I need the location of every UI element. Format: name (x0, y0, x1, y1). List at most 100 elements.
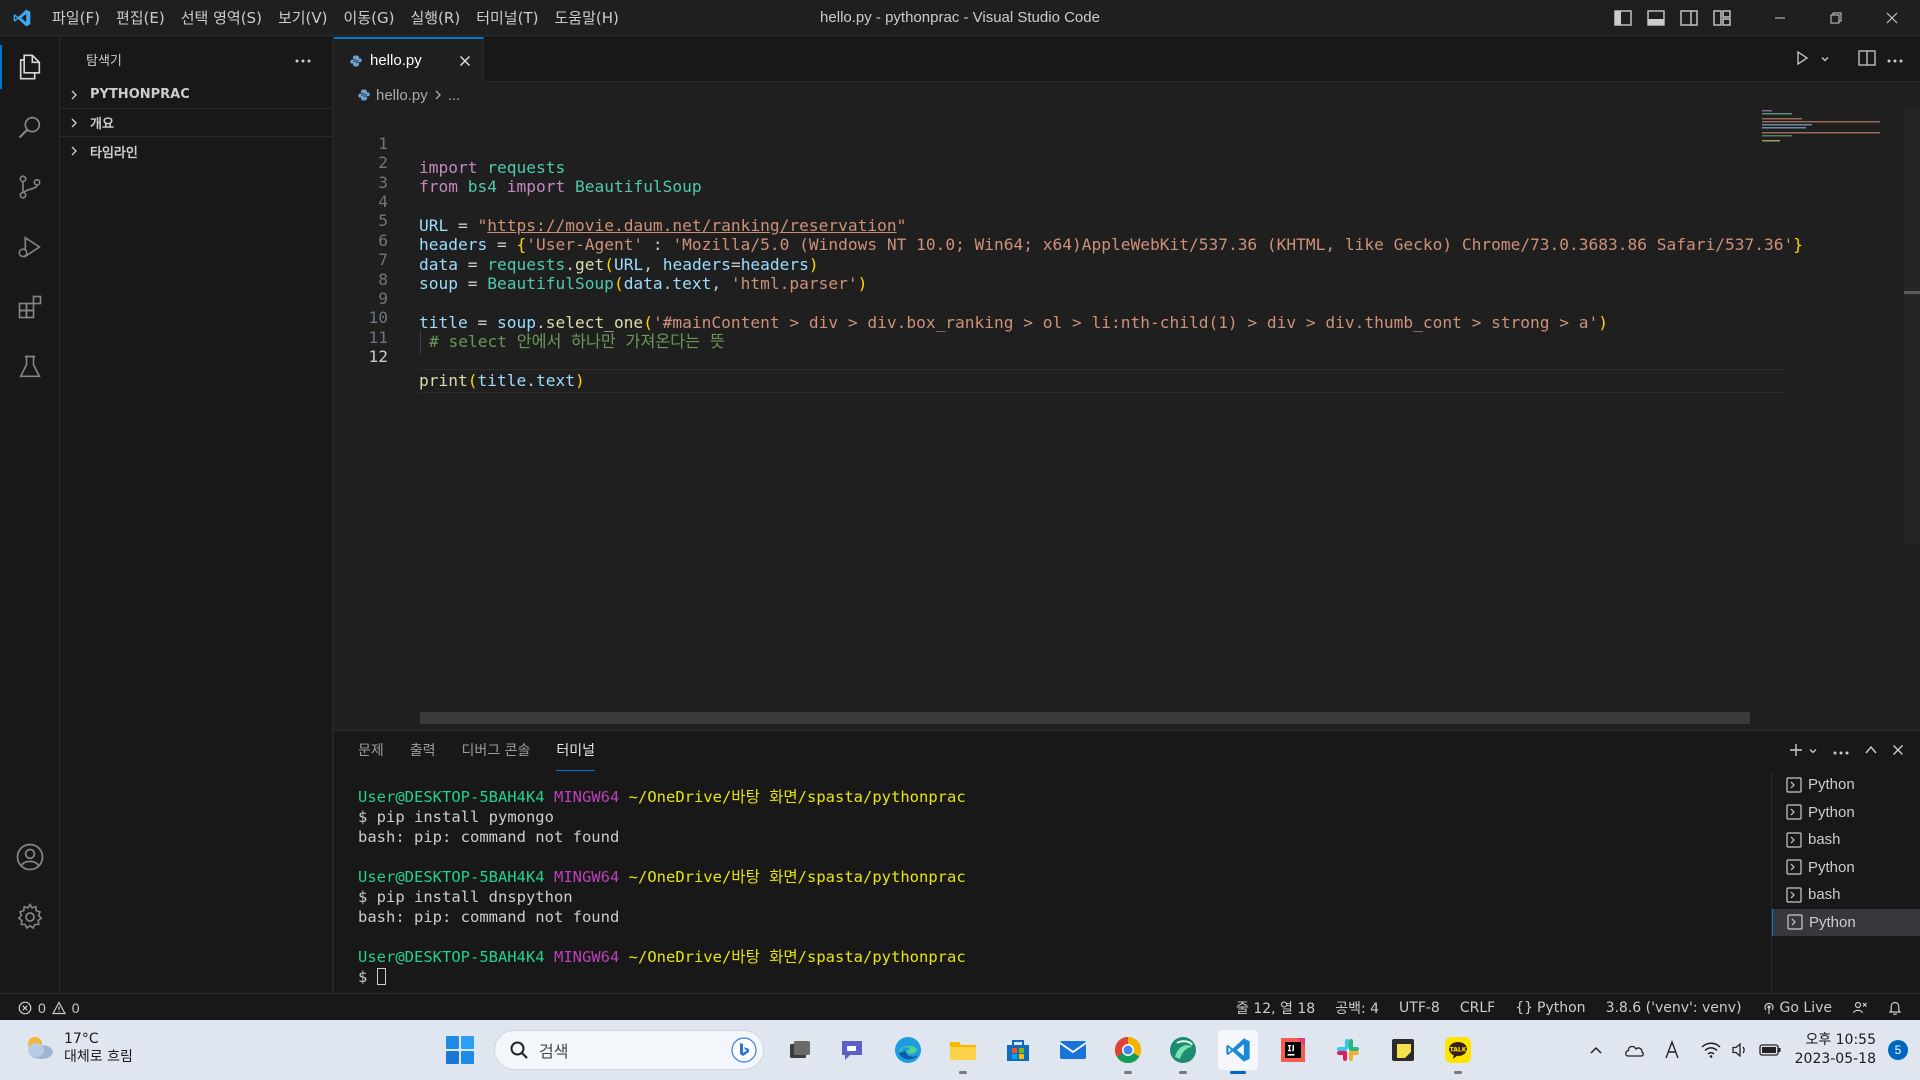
chevron-down-icon[interactable] (1808, 744, 1818, 759)
windows-taskbar: 17°C 대체로 흐림 검색 TALK 오후 10:55 2023-05-18 … (0, 1020, 1920, 1080)
extensions-icon[interactable] (0, 277, 60, 337)
go-live-button[interactable]: Go Live (1762, 1000, 1832, 1016)
minimap[interactable] (1760, 108, 1880, 148)
terminal-instance[interactable]: Python (1772, 799, 1920, 827)
toggle-primary-sidebar-icon[interactable] (1606, 0, 1639, 36)
search-icon[interactable] (0, 97, 60, 157)
terminal-instance[interactable]: Python (1772, 771, 1920, 799)
testing-icon[interactable] (0, 337, 60, 397)
mail-icon[interactable] (1053, 1030, 1093, 1070)
task-view-icon[interactable] (780, 1030, 820, 1070)
menu-file[interactable]: 파일(F) (44, 0, 108, 36)
menu-run[interactable]: 실행(R) (402, 0, 468, 36)
weather-text: 17°C 대체로 흐림 (64, 1030, 133, 1066)
section-label: PYTHONPRAC (90, 87, 190, 102)
end-of-line[interactable]: CRLF (1460, 1000, 1495, 1016)
cursor-position[interactable]: 줄 12, 열 18 (1236, 998, 1315, 1018)
onedrive-cloud-icon[interactable] (1623, 1043, 1645, 1057)
run-and-debug-icon[interactable] (0, 217, 60, 277)
wifi-icon[interactable] (1701, 1042, 1721, 1058)
tab-problems[interactable]: 문제 (358, 731, 384, 771)
accounts-icon[interactable] (0, 827, 60, 887)
menu-terminal[interactable]: 터미널(T) (468, 0, 546, 36)
terminal-instance[interactable]: bash (1772, 881, 1920, 909)
close-panel-icon[interactable] (1892, 744, 1904, 759)
chevron-down-icon[interactable] (1820, 52, 1830, 67)
taskbar-search-box[interactable]: 검색 (494, 1030, 764, 1070)
new-terminal-icon[interactable] (1788, 742, 1804, 761)
breadcrumb-file[interactable]: hello.py (376, 87, 428, 104)
explorer-icon[interactable] (0, 37, 60, 97)
vscode-taskbar-icon[interactable] (1218, 1030, 1258, 1074)
encoding[interactable]: UTF-8 (1399, 1000, 1440, 1016)
code-editor[interactable]: 1 import requests 2 from bs4 import Beau… (334, 108, 1920, 728)
section-pythonprac[interactable]: PYTHONPRAC (60, 81, 332, 109)
maximize-panel-icon[interactable] (1864, 743, 1878, 760)
menu-edit[interactable]: 편집(E) (108, 0, 173, 36)
terminal-instance[interactable]: Python (1772, 854, 1920, 882)
indentation[interactable]: 공백: 4 (1335, 998, 1379, 1018)
pycharm-ce-icon[interactable] (1163, 1030, 1203, 1074)
more-actions-icon[interactable] (294, 52, 312, 67)
settings-gear-icon[interactable] (0, 887, 60, 947)
toggle-secondary-sidebar-icon[interactable] (1672, 0, 1705, 36)
terminal-error-line: bash: pip: command not found (358, 908, 620, 926)
terminal-output[interactable]: User@DESKTOP-5BAH4K4 MINGW64 ~/OneDrive/… (358, 787, 1788, 987)
search-icon (509, 1040, 529, 1060)
customize-layout-icon[interactable] (1705, 0, 1738, 36)
close-tab-icon[interactable] (455, 51, 475, 71)
section-outline[interactable]: 개요 (60, 109, 332, 137)
bing-icon[interactable] (731, 1037, 757, 1063)
tab-debug-console[interactable]: 디버그 콘솔 (462, 731, 531, 771)
menu-selection[interactable]: 선택 영역(S) (173, 0, 270, 36)
vscode-logo-icon[interactable] (0, 0, 44, 36)
problems-status[interactable]: 0 0 (18, 994, 80, 1021)
run-python-file-icon[interactable] (1794, 50, 1810, 69)
menu-view[interactable]: 보기(V) (270, 0, 336, 36)
show-hidden-icons-chevron-up-icon[interactable] (1589, 1045, 1603, 1055)
microsoft-store-icon[interactable] (998, 1030, 1038, 1070)
intellij-idea-icon[interactable] (1273, 1030, 1313, 1070)
restore-icon[interactable] (1808, 0, 1864, 36)
toggle-panel-icon[interactable] (1639, 0, 1672, 36)
chrome-browser-icon[interactable] (1108, 1030, 1148, 1074)
terminal-instance-active[interactable]: Python (1772, 908, 1920, 936)
battery-icon[interactable] (1758, 1044, 1781, 1056)
tab-terminal[interactable]: 터미널 (556, 731, 596, 771)
menu-help[interactable]: 도움말(H) (546, 0, 626, 36)
clock[interactable]: 오후 10:55 2023-05-18 (1795, 1031, 1876, 1069)
explorer-sidebar: 탐색기 PYTHONPRAC 개요 타임라인 (60, 37, 333, 993)
weather-widget[interactable]: 17°C 대체로 흐림 (22, 1030, 133, 1066)
terminal-input-line[interactable]: $ (358, 967, 1788, 987)
teams-chat-icon[interactable] (832, 1030, 872, 1070)
menu-go[interactable]: 이동(G) (336, 0, 403, 36)
ime-language-icon[interactable] (1663, 1040, 1681, 1060)
close-window-icon[interactable] (1864, 0, 1920, 36)
edge-browser-icon[interactable] (888, 1030, 928, 1070)
slack-icon[interactable] (1328, 1030, 1368, 1070)
more-actions-icon[interactable] (1886, 52, 1904, 67)
kakaotalk-icon[interactable]: TALK (1438, 1030, 1478, 1074)
language-mode[interactable]: {} Python (1515, 1000, 1585, 1016)
minimize-icon[interactable] (1752, 0, 1808, 36)
vertical-scrollbar[interactable] (1904, 108, 1920, 544)
line-number: 12 (368, 347, 389, 367)
file-explorer-icon[interactable] (943, 1030, 983, 1074)
feedback-icon[interactable] (1852, 1000, 1868, 1016)
breadcrumb-symbols[interactable]: ... (448, 87, 461, 104)
terminal-instance[interactable]: bash (1772, 826, 1920, 854)
python-interpreter[interactable]: 3.8.6 ('venv': venv) (1606, 1000, 1742, 1016)
split-editor-icon[interactable] (1858, 50, 1876, 69)
horizontal-scrollbar[interactable] (420, 712, 1750, 724)
notifications-bell-icon[interactable] (1888, 1000, 1902, 1016)
tab-hello-py[interactable]: hello.py (334, 37, 484, 82)
notification-badge[interactable]: 5 (1888, 1040, 1908, 1060)
volume-icon[interactable] (1731, 1042, 1749, 1058)
section-timeline[interactable]: 타임라인 (60, 137, 332, 165)
sticky-notes-icon[interactable] (1383, 1030, 1423, 1070)
source-control-icon[interactable] (0, 157, 60, 217)
activity-bar (0, 37, 60, 993)
tab-output[interactable]: 출력 (410, 731, 436, 771)
more-actions-icon[interactable] (1832, 744, 1850, 759)
windows-start-icon[interactable] (444, 1034, 476, 1069)
